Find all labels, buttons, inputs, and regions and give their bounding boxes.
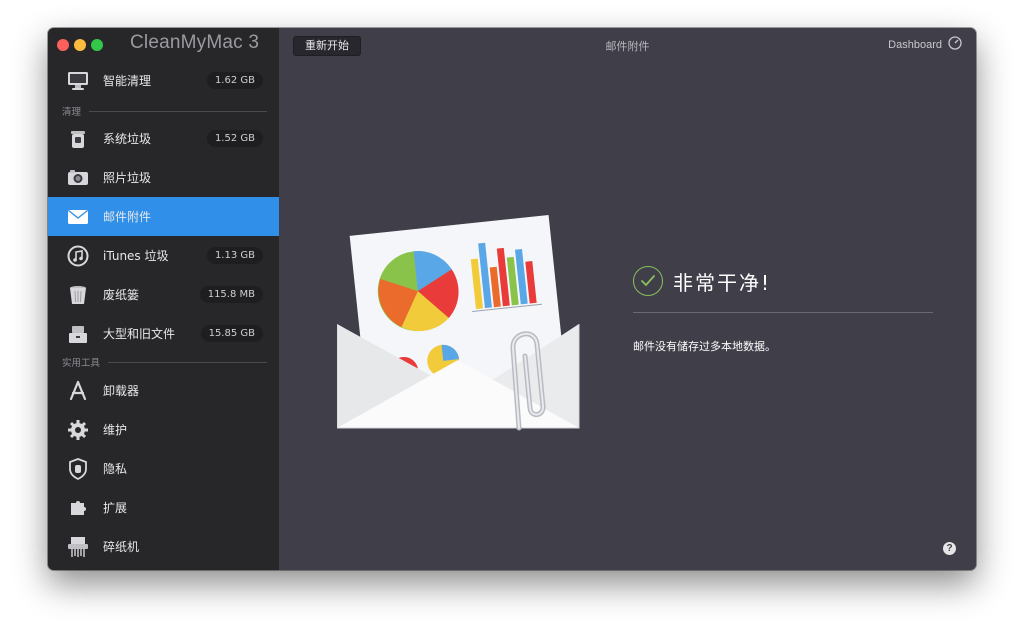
status-description: 邮件没有储存过多本地数据。	[633, 340, 776, 353]
close-window-button[interactable]	[57, 39, 69, 51]
monitor-icon	[67, 70, 89, 92]
size-badge: 1.62 GB	[206, 72, 263, 89]
app-window: CleanMyMac 3 智能清理 1.62 GB 清理 系统垃圾 1.52 G…	[48, 28, 976, 570]
sidebar-item-extensions[interactable]: 扩展	[48, 488, 279, 527]
sidebar: CleanMyMac 3 智能清理 1.62 GB 清理 系统垃圾 1.52 G…	[48, 28, 279, 570]
sidebar-item-system-junk[interactable]: 系统垃圾 1.52 GB	[48, 119, 279, 158]
gear-icon	[67, 419, 89, 441]
section-label: 清理	[62, 107, 82, 118]
sidebar-item-label: 碎纸机	[103, 540, 140, 554]
wastebasket-icon	[67, 284, 89, 306]
sidebar-item-maintenance[interactable]: 维护	[48, 410, 279, 449]
sidebar-item-label: 卸载器	[103, 384, 140, 398]
sidebar-item-shredder[interactable]: 碎纸机	[48, 527, 279, 566]
camera-icon	[67, 167, 89, 189]
shield-hand-icon	[67, 458, 89, 480]
sidebar-item-privacy[interactable]: 隐私	[48, 449, 279, 488]
mail-attachment-illustration	[336, 200, 597, 454]
size-badge: 1.52 GB	[206, 130, 263, 147]
gauge-icon	[948, 36, 962, 53]
sidebar-item-smart-cleanup[interactable]: 智能清理 1.62 GB	[48, 61, 279, 100]
dashboard-button[interactable]: Dashboard	[888, 36, 962, 53]
sidebar-item-label: iTunes 垃圾	[103, 249, 169, 263]
size-badge: 1.13 GB	[206, 247, 263, 264]
section-header-clean: 清理	[62, 104, 267, 118]
music-note-icon	[67, 245, 89, 267]
sidebar-item-uninstaller[interactable]: 卸载器	[48, 371, 279, 410]
sidebar-item-label: 维护	[103, 423, 128, 437]
boxes-icon	[67, 323, 89, 345]
sidebar-item-itunes-junk[interactable]: iTunes 垃圾 1.13 GB	[48, 236, 279, 275]
size-badge: 15.85 GB	[200, 325, 263, 342]
section-label: 实用工具	[62, 358, 101, 369]
trash-bin-icon	[67, 128, 89, 150]
sidebar-item-large-old-files[interactable]: 大型和旧文件 15.85 GB	[48, 314, 279, 353]
checkmark-icon	[633, 266, 663, 296]
divider	[633, 312, 933, 313]
sidebar-item-label: 智能清理	[103, 74, 152, 88]
app-store-icon	[67, 380, 89, 402]
sidebar-item-label: 系统垃圾	[103, 132, 152, 146]
envelope-icon	[67, 206, 89, 228]
size-badge: 115.8 MB	[199, 286, 263, 303]
sidebar-item-label: 扩展	[103, 501, 128, 515]
sidebar-item-trash[interactable]: 废纸篓 115.8 MB	[48, 275, 279, 314]
app-title: CleanMyMac 3	[130, 32, 260, 53]
section-header-tools: 实用工具	[62, 355, 267, 369]
sidebar-item-mail-attachments[interactable]: 邮件附件	[48, 197, 279, 236]
status-heading: 非常干净!	[673, 270, 772, 295]
shredder-icon	[67, 536, 89, 558]
sidebar-item-photo-junk[interactable]: 照片垃圾	[48, 158, 279, 197]
sidebar-item-label: 邮件附件	[103, 210, 152, 224]
sidebar-item-label: 照片垃圾	[103, 171, 152, 185]
puzzle-icon	[67, 497, 89, 519]
sidebar-item-label: 隐私	[103, 462, 128, 476]
maximize-window-button[interactable]	[91, 39, 103, 51]
minimize-window-button[interactable]	[74, 39, 86, 51]
sidebar-item-label: 废纸篓	[103, 288, 140, 302]
help-button[interactable]: ?	[943, 542, 956, 555]
sidebar-item-label: 大型和旧文件	[103, 327, 176, 341]
dashboard-label: Dashboard	[888, 38, 942, 51]
main-toolbar: 重新开始 邮件附件 Dashboard	[279, 28, 976, 63]
page-title: 邮件附件	[605, 40, 650, 53]
status-row: 非常干净!	[633, 266, 771, 296]
main-content: 非常干净! 邮件没有储存过多本地数据。 ?	[279, 62, 976, 570]
